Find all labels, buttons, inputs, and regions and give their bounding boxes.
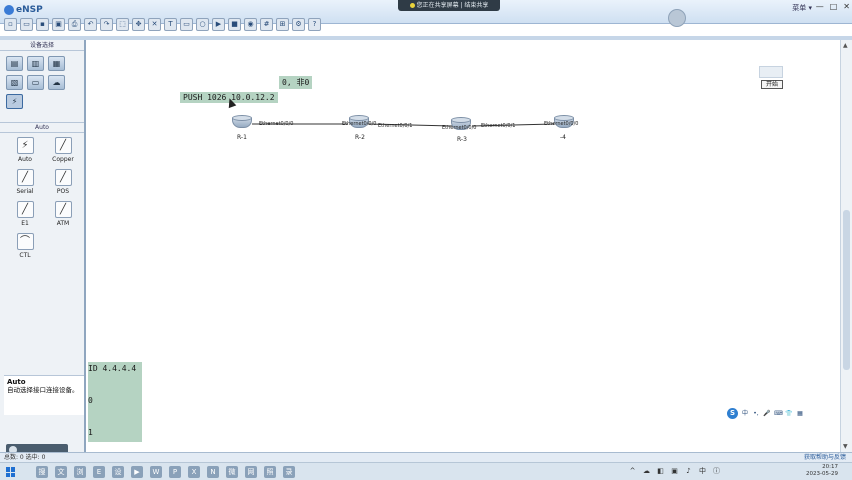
- taskbar-app-icon[interactable]: N: [207, 466, 219, 478]
- terminal-line: 0: [88, 396, 93, 405]
- clock-date: 2023-05-29: [806, 471, 838, 477]
- taskbar-app-icon[interactable]: 录: [283, 466, 295, 478]
- port-label: Ethernet0/0/1: [481, 123, 516, 129]
- start-preview-icon: [759, 66, 783, 78]
- tray-icon[interactable]: ⓘ: [712, 467, 721, 476]
- taskbar-apps: 搜文浏 E 设 ▶ W P X N 微网照录: [36, 466, 295, 478]
- windows-start-icon[interactable]: [6, 467, 16, 477]
- ime-item-icon[interactable]: 👕: [785, 410, 793, 418]
- port-label: Ethernet0/0/0: [544, 121, 579, 127]
- tray-icon[interactable]: ◧: [656, 467, 665, 476]
- taskbar-app-icon[interactable]: 微: [226, 466, 238, 478]
- taskbar-app-icon[interactable]: ▶: [131, 466, 143, 478]
- port-label: Ethernet0/0/0: [259, 121, 294, 127]
- router-label: -4: [560, 134, 566, 141]
- clock[interactable]: 20:17 2023-05-29: [806, 464, 838, 478]
- start-button[interactable]: 开始: [761, 80, 783, 89]
- taskbar-app-icon[interactable]: P: [169, 466, 181, 478]
- taskbar-app-icon[interactable]: E: [93, 466, 105, 478]
- port-label: Ethernet0/0/0: [342, 121, 377, 127]
- taskbar-app-icon[interactable]: 文: [55, 466, 67, 478]
- terminal-overlay: ID 4.4.4.4 0 1: [88, 362, 142, 442]
- taskbar-app-icon[interactable]: 设: [112, 466, 124, 478]
- router-label: R-1: [237, 134, 247, 141]
- help-feedback-link[interactable]: 获取帮助与反馈: [804, 453, 846, 462]
- annotation-label-1: 0, 非0: [279, 76, 313, 89]
- port-label: Ethernet0/0/1: [378, 123, 413, 129]
- terminal-line: 1: [88, 428, 93, 437]
- ime-item-icon[interactable]: ⌨: [774, 410, 783, 418]
- router-r1[interactable]: [232, 115, 252, 131]
- ime-item-icon[interactable]: ▦: [796, 410, 804, 418]
- system-tray: ^ ☁ ◧ ▣ ♪ 中 ⓘ: [628, 467, 721, 476]
- taskbar: 搜文浏 E 设 ▶ W P X N 微网照录 ^ ☁ ◧ ▣ ♪ 中 ⓘ 20:17 2023-05-29: [0, 462, 852, 480]
- tray-icon[interactable]: ^: [628, 467, 637, 476]
- status-counts: 总数: 0 选中: 0: [4, 454, 46, 461]
- taskbar-app-icon[interactable]: X: [188, 466, 200, 478]
- ime-item-icon[interactable]: 🎤: [763, 410, 771, 418]
- ime-toolbar: S 中 •, 🎤 ⌨ 👕 ▦: [727, 407, 811, 420]
- sogou-ime-icon[interactable]: S: [727, 408, 738, 419]
- tray-icon[interactable]: ▣: [670, 467, 679, 476]
- status-bar: 总数: 0 选中: 0 获取帮助与反馈: [0, 452, 852, 462]
- tray-icon[interactable]: 中: [698, 467, 707, 476]
- taskbar-app-icon[interactable]: 搜: [36, 466, 48, 478]
- taskbar-app-icon[interactable]: 浏: [74, 466, 86, 478]
- router-label: R-3: [457, 136, 467, 143]
- taskbar-app-icon[interactable]: 照: [264, 466, 276, 478]
- taskbar-app-icon[interactable]: W: [150, 466, 162, 478]
- taskbar-app-icon[interactable]: 网: [245, 466, 257, 478]
- router-label: R-2: [355, 134, 365, 141]
- tray-icon[interactable]: ☁: [642, 467, 651, 476]
- terminal-line: ID 4.4.4.4: [88, 364, 137, 373]
- clock-time: 20:17: [822, 464, 838, 470]
- port-label: Ethernet0/0/0: [442, 125, 477, 131]
- ime-item-icon[interactable]: •,: [752, 410, 760, 418]
- tray-icon[interactable]: ♪: [684, 467, 693, 476]
- start-widget: 开始: [759, 66, 785, 92]
- ime-item-icon[interactable]: 中: [741, 410, 749, 418]
